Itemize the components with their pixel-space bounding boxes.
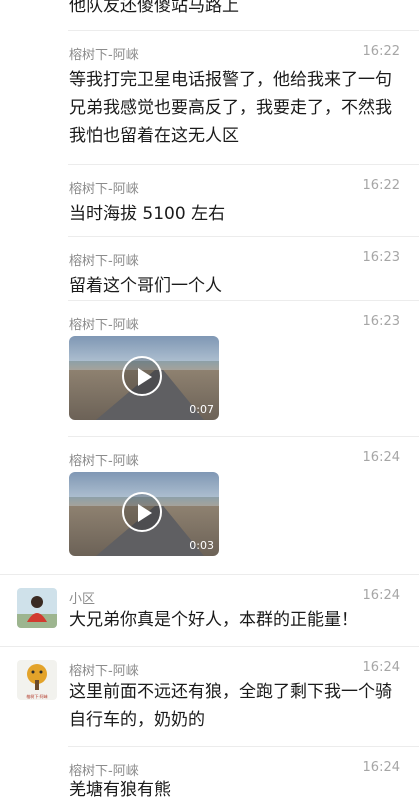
message-item: 榕树下-阿崍 16:22 当时海拔 5100 左右 [0, 164, 419, 236]
message-item: 榕树下-阿崍 16:22 等我打完卫星电话报警了，他给我来了一句兄弟我感觉也要高… [0, 30, 419, 164]
message-item: 小区 16:24 大兄弟你真是个好人，本群的正能量！ [0, 574, 419, 646]
message-time: 16:22 [362, 178, 400, 193]
divider [68, 236, 419, 237]
video-duration: 0:03 [189, 539, 214, 552]
message-item: 榕树下-阿崍 16:23 0:07 [0, 300, 419, 436]
avatar-label: 榕树下·阿崍 [26, 694, 48, 699]
message-time: 16:24 [362, 760, 400, 775]
play-icon[interactable] [122, 492, 162, 532]
divider [68, 30, 419, 31]
video-duration: 0:07 [189, 403, 214, 416]
sender-name: 榕树下-阿崍 [69, 48, 139, 63]
divider [68, 164, 419, 165]
play-icon[interactable] [122, 356, 162, 396]
sender-name: 榕树下-阿崍 [69, 454, 139, 469]
divider [68, 436, 419, 437]
divider [68, 300, 419, 301]
message-time: 16:24 [362, 450, 400, 465]
sender-name: 榕树下-阿崍 [69, 664, 139, 679]
message-time: 16:23 [362, 314, 400, 329]
avatar[interactable]: 榕树下·阿崍 [17, 660, 57, 700]
message-item: 他队友还傻傻站马路上 [0, 0, 419, 30]
message-text[interactable]: 等我打完卫星电话报警了，他给我来了一句兄弟我感觉也要高反了，我要走了，不然我我怕… [69, 66, 404, 150]
message-time: 16:22 [362, 44, 400, 59]
message-text[interactable]: 当时海拔 5100 左右 [69, 200, 404, 228]
message-item: 榕树下-阿崍 16:24 羌塘有狼有熊 [0, 746, 419, 800]
message-time: 16:23 [362, 250, 400, 265]
video-thumbnail[interactable]: 0:07 [69, 336, 219, 420]
message-text[interactable]: 这里前面不远还有狼，全跑了剩下我一个骑自行车的，奶奶的 [69, 678, 404, 734]
message-item: 榕树下-阿崍 16:24 0:03 [0, 436, 419, 574]
divider [68, 746, 419, 747]
divider [0, 574, 419, 575]
message-text[interactable]: 大兄弟你真是个好人，本群的正能量！ [69, 606, 404, 634]
sender-name: 小区 [69, 592, 96, 607]
divider [0, 646, 419, 647]
sender-name: 榕树下-阿崍 [69, 182, 139, 197]
video-thumbnail[interactable]: 0:03 [69, 472, 219, 556]
avatar-xiaoqu-image [17, 588, 57, 628]
message-text[interactable]: 留着这个哥们一个人 [69, 272, 404, 300]
message-time: 16:24 [362, 660, 400, 675]
avatar[interactable] [17, 588, 57, 628]
sender-name: 榕树下-阿崍 [69, 318, 139, 333]
sender-name: 榕树下-阿崍 [69, 254, 139, 269]
message-item: 榕树下-阿崍 16:23 留着这个哥们一个人 [0, 236, 419, 300]
message-text: 他队友还傻傻站马路上 [69, 0, 239, 16]
message-item: 榕树下·阿崍 榕树下-阿崍 16:24 这里前面不远还有狼，全跑了剩下我一个骑自… [0, 646, 419, 746]
message-time: 16:24 [362, 588, 400, 603]
